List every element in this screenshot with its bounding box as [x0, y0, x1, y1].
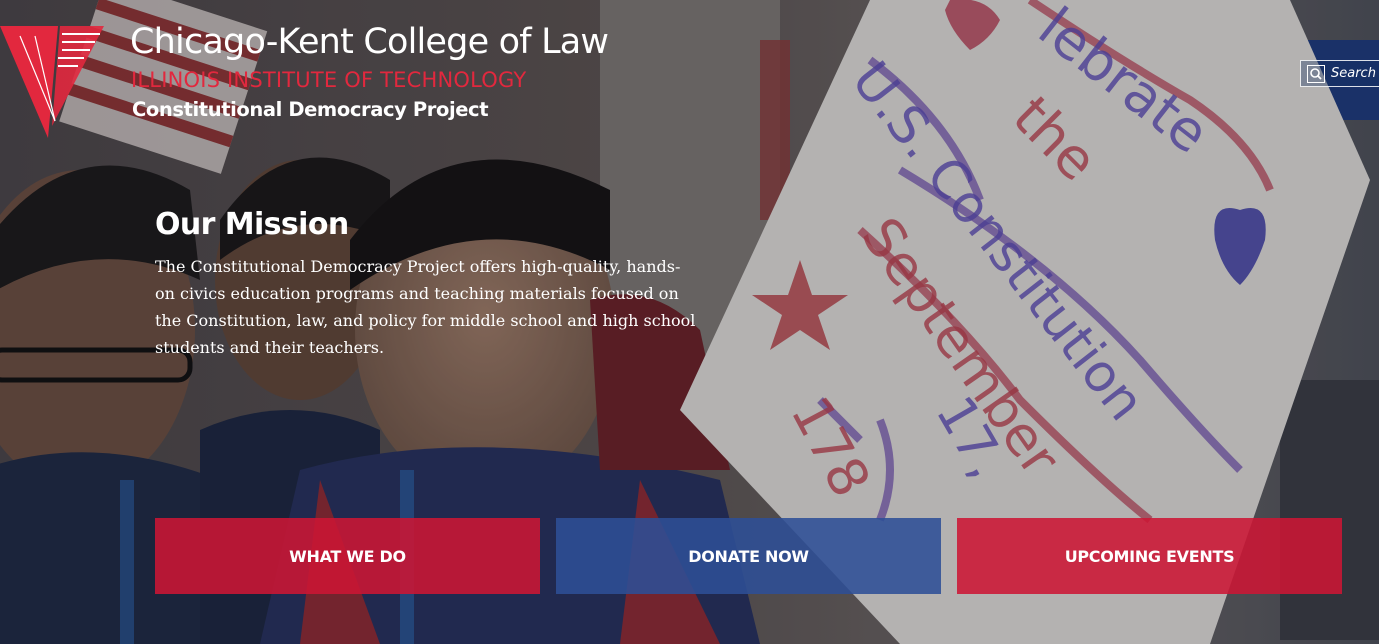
- project-name: Constitutional Democracy Project: [132, 98, 489, 121]
- donate-now-button[interactable]: DONATE NOW: [556, 518, 941, 594]
- mission-title: Our Mission: [155, 207, 349, 242]
- search-box[interactable]: [1300, 60, 1379, 87]
- what-we-do-button[interactable]: WHAT WE DO: [155, 518, 540, 594]
- mission-section: Our Mission The Constitutional Democracy…: [155, 205, 715, 361]
- logo-mark-icon: [0, 26, 104, 138]
- hero-section: lebrate the U.S. Constitution September 17, 1…: [0, 0, 1379, 644]
- search-icon[interactable]: [1307, 64, 1325, 83]
- logo-subtitle: ILLINOIS INSTITUTE OF TECHNOLOGY: [131, 68, 527, 92]
- mission-text: The Constitutional Democracy Project off…: [155, 257, 696, 357]
- site-logo[interactable]: Chicago-Kent College of Law ILLINOIS INS…: [0, 20, 620, 138]
- search-input[interactable]: [1325, 66, 1379, 81]
- logo-title: Chicago-Kent College of Law: [130, 22, 609, 62]
- upcoming-events-button[interactable]: UPCOMING EVENTS: [957, 518, 1342, 594]
